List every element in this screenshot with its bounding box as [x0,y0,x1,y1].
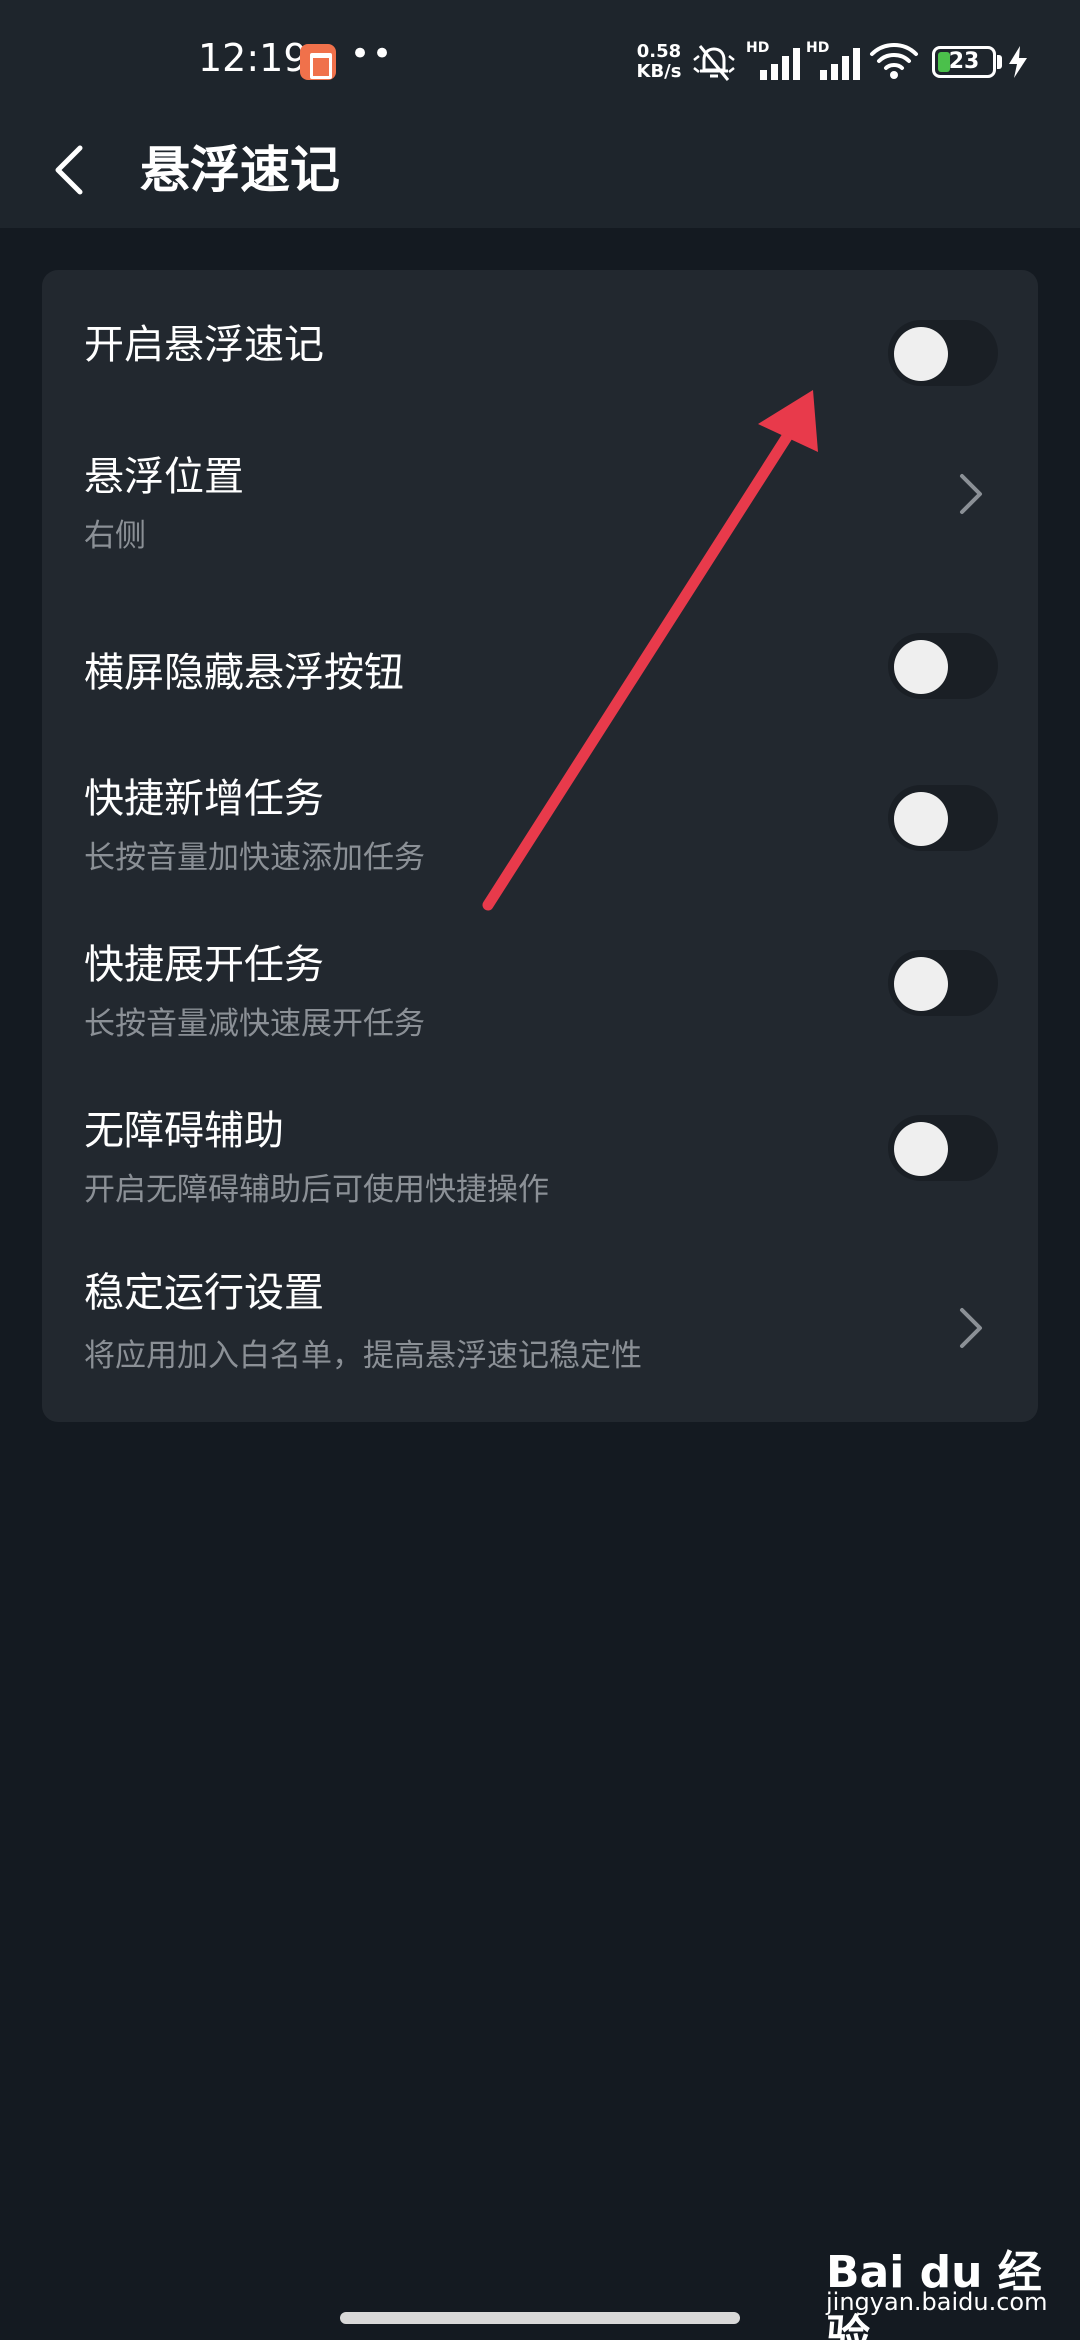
setting-title: 快捷展开任务 [84,942,324,988]
setting-subtitle: 右侧 [84,518,146,554]
chevron-right-icon [960,1308,982,1348]
setting-row-enable-floating-note[interactable]: 开启悬浮速记 [42,270,1038,406]
setting-title: 悬浮位置 [84,454,244,500]
setting-title: 稳定运行设置 [84,1270,324,1316]
quick-expand-task-toggle[interactable] [888,950,998,1016]
setting-row-floating-position[interactable]: 悬浮位置 右侧 [42,406,1038,598]
battery-cap [997,55,1002,69]
accessibility-toggle[interactable] [888,1115,998,1181]
wifi-icon [870,43,918,79]
setting-row-quick-expand-task[interactable]: 快捷展开任务 长按音量减快速展开任务 [42,900,1038,1066]
screen: 12:19 •• 0.58 KB/s HD HD 23 悬浮速记 开启悬浮速记 … [0,0,1080,2340]
cell-signal-1-icon: HD [746,40,812,82]
quick-add-task-toggle[interactable] [888,785,998,851]
network-speed-value: 0.58 [636,41,682,62]
setting-title: 横屏隐藏悬浮按钮 [84,650,404,696]
enable-floating-note-toggle[interactable] [888,320,998,386]
setting-subtitle: 开启无障碍辅助后可使用快捷操作 [84,1172,549,1208]
status-bar: 12:19 •• 0.58 KB/s HD HD 23 [0,0,1080,120]
more-notifications-icon: •• [350,34,395,74]
setting-row-stable-running[interactable]: 稳定运行设置 将应用加入白名单，提高悬浮速记稳定性 [42,1230,1038,1422]
hide-in-landscape-toggle[interactable] [888,633,998,699]
gesture-nav-bar[interactable] [340,2312,740,2324]
setting-row-accessibility[interactable]: 无障碍辅助 开启无障碍辅助后可使用快捷操作 [42,1066,1038,1230]
setting-title: 快捷新增任务 [84,776,324,822]
watermark-url: jingyan.baidu.com [826,2288,1048,2316]
chevron-left-icon [55,145,83,195]
setting-title: 开启悬浮速记 [84,322,324,368]
toggle-knob [894,640,948,694]
network-speed: 0.58 KB/s [632,42,686,82]
battery-level: 23 [948,49,980,74]
toggle-knob [894,1122,948,1176]
app-bar: 悬浮速记 [0,120,1080,228]
setting-subtitle: 长按音量减快速展开任务 [84,1006,425,1042]
battery-icon: 23 [932,46,996,78]
toggle-knob [894,792,948,846]
charging-icon [1009,46,1027,78]
setting-title: 无障碍辅助 [84,1108,284,1154]
chevron-right-icon [960,474,982,514]
page-title: 悬浮速记 [140,141,340,199]
notification-app-icon [300,44,336,80]
network-speed-unit: KB/s [636,61,682,82]
muted-bell-icon [693,45,735,81]
setting-row-hide-in-landscape[interactable]: 横屏隐藏悬浮按钮 [42,598,1038,734]
setting-row-quick-add-task[interactable]: 快捷新增任务 长按音量加快速添加任务 [42,734,1038,900]
toggle-knob [894,327,948,381]
setting-subtitle: 长按音量加快速添加任务 [84,840,425,876]
back-button[interactable] [40,130,106,210]
cell-signal-2-icon: HD [806,40,872,82]
setting-subtitle: 将应用加入白名单，提高悬浮速记稳定性 [84,1338,642,1374]
status-time: 12:19 [198,36,308,80]
toggle-knob [894,957,948,1011]
baidu-watermark: Bai du 经验 jingyan.baidu.com [826,2236,1048,2340]
settings-card: 开启悬浮速记 悬浮位置 右侧 横屏隐藏悬浮按钮 快捷新增任务 长按音量加快速添加… [42,270,1038,1422]
